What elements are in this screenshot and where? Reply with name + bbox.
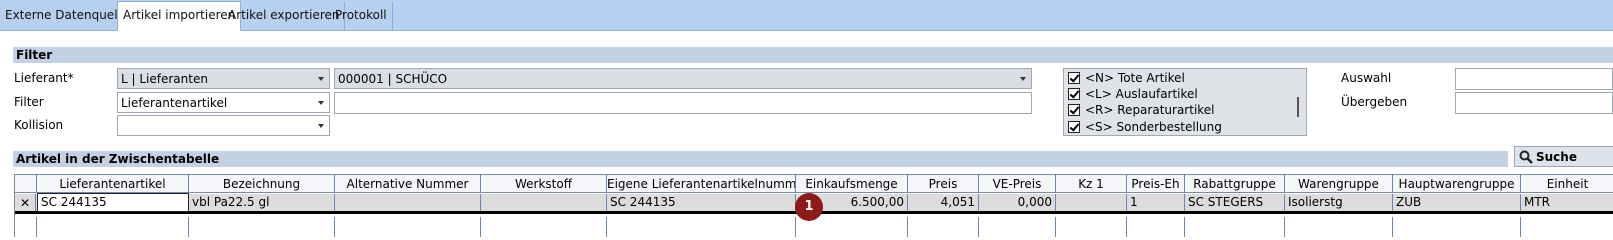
header-indicator [15,175,37,193]
column-header[interactable]: Preis [908,175,979,193]
column-header[interactable]: Preis-Eh [1127,175,1185,193]
check-item-label: <N> Tote Artikel [1085,71,1185,85]
cell-einheit[interactable]: MTR [1521,194,1613,211]
check-item-sonderbestellung[interactable]: <S> Sonderbestellung [1068,119,1222,135]
grid-header: Lieferantenartikel Bezeichnung Alternati… [15,175,1613,193]
checkbox-checked-icon[interactable] [1068,121,1080,133]
check-item-reparaturartikel[interactable]: <R> Reparaturartikel [1068,102,1215,118]
column-header[interactable]: Einkaufsmenge [796,175,908,193]
check-item-tote-artikel[interactable]: <N> Tote Artikel [1068,70,1185,86]
column-header[interactable]: Warengruppe [1285,175,1393,193]
cell-rabattgruppe[interactable]: SC STEGERS [1185,194,1285,211]
table-section-header: Artikel in der Zwischentabelle [13,151,1508,167]
checklist-scrollbar[interactable] [1290,69,1306,135]
row-edit-indicator[interactable]: ✕ [15,194,36,211]
checkbox-checked-icon[interactable] [1068,72,1080,84]
cell-eigene-lieferantenartikelnummer[interactable]: SC 244135 [607,194,796,211]
close-icon: ✕ [19,195,31,210]
filter-text-input[interactable] [334,92,1032,114]
cell-alternative-nummer[interactable] [335,194,481,211]
lieferant-label: Lieferant* [14,71,74,85]
lieferant-combo[interactable]: 000001 | SCHÜCO [334,68,1032,89]
cell-preis[interactable]: 4,051 [908,194,979,211]
column-header[interactable]: VE-Preis [979,175,1056,193]
search-icon [1519,150,1533,164]
annotation-marker: 1 [795,193,823,221]
column-header[interactable]: Hauptwarengruppe [1393,175,1521,193]
lieferant-type-combo[interactable]: L | Lieferanten [117,68,330,89]
column-header[interactable]: Bezeichnung [189,175,335,193]
filter-section-header: Filter [13,47,1613,63]
chevron-down-icon[interactable] [313,70,328,87]
tab-protokoll[interactable]: Protokoll [330,2,393,30]
column-header[interactable]: Werkstoff [481,175,607,193]
column-header[interactable]: Kz 1 [1056,175,1127,193]
search-button[interactable]: Suche [1514,146,1613,167]
tab-bar: Externe Datenquelle Artikel importieren … [0,0,1613,31]
tab-externe-datenquelle[interactable]: Externe Datenquelle [0,2,135,30]
tab-artikel-exportieren[interactable]: Artikel exportieren [223,2,346,30]
uebergeben-input[interactable] [1455,92,1613,114]
checkbox-checked-icon[interactable] [1068,88,1080,100]
column-header[interactable]: Lieferantenartikel [37,175,189,193]
status-checklist[interactable]: <N> Tote Artikel <L> Auslaufartikel <R> … [1063,68,1307,136]
cell-bezeichnung[interactable]: vbl Pa22.5 gl [189,194,335,211]
cell-hauptwarengruppe[interactable]: ZUB [1393,194,1521,211]
column-header[interactable]: Rabattgruppe [1185,175,1285,193]
checkbox-checked-icon[interactable] [1068,104,1080,116]
check-item-label: <R> Reparaturartikel [1085,103,1215,117]
search-button-label: Suche [1536,149,1577,164]
cell-werkstoff[interactable] [481,194,607,211]
check-item-auslaufartikel[interactable]: <L> Auslaufartikel [1068,86,1198,102]
cell-kz1[interactable] [1056,194,1127,211]
auswahl-input[interactable] [1455,68,1613,90]
cell-ve-preis[interactable]: 0,000 [979,194,1056,211]
check-item-label: <S> Sonderbestellung [1085,120,1222,134]
column-header[interactable]: Eigene Lieferantenartikelnummer [607,175,796,193]
lieferant-value: 000001 | SCHÜCO [338,72,448,86]
auswahl-label: Auswahl [1341,71,1392,85]
check-item-label: <L> Auslaufartikel [1085,87,1198,101]
filter-value: Lieferantenartikel [121,96,228,110]
kollision-label: Kollision [14,118,64,132]
column-header[interactable]: Alternative Nummer [335,175,481,193]
filter-combo[interactable]: Lieferantenartikel [117,92,330,113]
chevron-down-icon[interactable] [313,117,328,134]
uebergeben-label: Übergeben [1341,95,1408,109]
cell-preis-eh[interactable]: 1 [1127,194,1185,211]
kollision-combo[interactable] [117,115,330,136]
chevron-down-icon[interactable] [313,94,328,111]
filter-label: Filter [14,95,44,109]
chevron-down-icon[interactable] [1015,70,1030,87]
cell-warengruppe[interactable]: Isolierstg [1285,194,1393,211]
cell-lieferantenartikel[interactable]: SC 244135 [37,193,189,212]
lieferant-type-value: L | Lieferanten [121,72,208,86]
column-header[interactable]: Einheit [1521,175,1613,193]
